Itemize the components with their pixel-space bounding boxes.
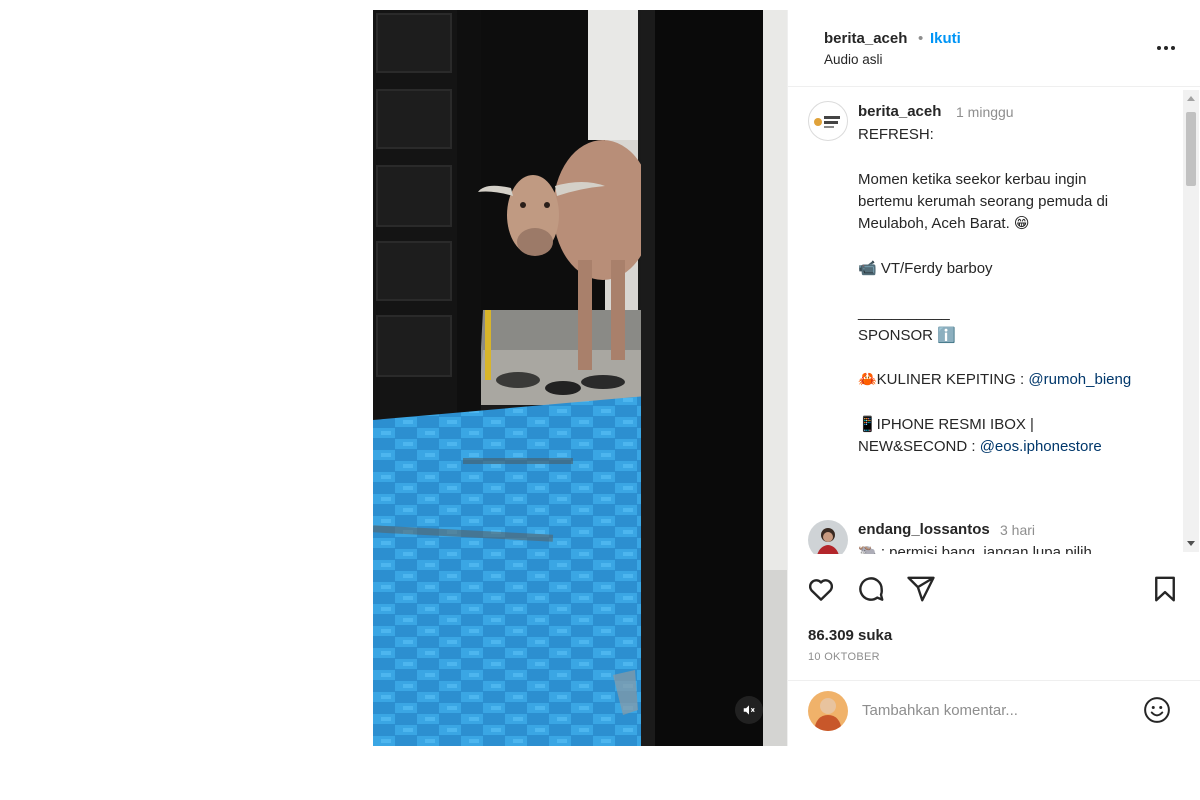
follow-button[interactable]: Ikuti xyxy=(930,30,961,47)
comment-icon[interactable] xyxy=(856,574,886,604)
current-user-avatar[interactable] xyxy=(808,691,848,731)
caption-line xyxy=(858,235,1178,257)
post-side-panel: berita_aceh • Ikuti Audio asli berita_ac… xyxy=(787,10,1200,746)
caption-line: 📱IPHONE RESMI IBOX | xyxy=(858,415,1034,433)
mention-link[interactable]: @eos.iphonestore xyxy=(980,438,1102,455)
scroll-down-arrow-icon xyxy=(1187,541,1195,546)
author-username[interactable]: berita_aceh xyxy=(824,30,907,47)
commenter-photo xyxy=(808,520,848,554)
author-avatar[interactable] xyxy=(808,101,848,141)
caption-line: bertemu kerumah seorang pemuda di xyxy=(858,192,1109,210)
bookmark-icon[interactable] xyxy=(1150,574,1180,604)
scrollbar-thumb[interactable] xyxy=(1186,112,1196,186)
emoji-icon[interactable] xyxy=(1142,695,1172,725)
caption-line: SPONSOR ℹ️ xyxy=(858,326,956,344)
audio-label[interactable]: Audio asli xyxy=(824,52,883,67)
comment-username[interactable]: endang_lossantos xyxy=(858,521,990,538)
comments-section: berita_aceh 1 minggu REFRESH: Momen keti… xyxy=(788,87,1200,554)
mention-link[interactable]: @rumoh_bieng xyxy=(1028,371,1131,388)
more-horizontal-icon[interactable] xyxy=(1154,36,1178,60)
berita-aceh-logo-icon xyxy=(810,103,846,139)
follow-separator: • xyxy=(918,30,924,47)
caption-line: 📹 VT/Ferdy barboy xyxy=(858,259,993,277)
caption-line xyxy=(858,347,1178,369)
caption-line: REFRESH: xyxy=(858,126,934,143)
caption-line-with-mention: NEW&SECOND : @eos.iphonestore xyxy=(858,436,1178,458)
caption-line-text: 🦀KULINER KEPITING : xyxy=(858,371,1029,389)
caption-line xyxy=(858,146,1178,168)
scroll-up-arrow-icon xyxy=(1187,96,1195,101)
post-date[interactable]: 10 OKTOBER xyxy=(808,651,880,663)
scroll-down-button[interactable] xyxy=(1183,536,1199,552)
scroll-up-button[interactable] xyxy=(1183,90,1199,106)
post-actions: 86.309 suka 10 OKTOBER xyxy=(788,554,1200,674)
caption-username[interactable]: berita_aceh xyxy=(858,103,941,120)
commenter-avatar[interactable] xyxy=(808,520,848,554)
caption-line: ___________ xyxy=(858,304,950,322)
post-header: berita_aceh • Ikuti Audio asli xyxy=(788,10,1200,87)
add-comment-input[interactable] xyxy=(862,697,1132,723)
instagram-post: berita_aceh • Ikuti Audio asli berita_ac… xyxy=(373,10,1200,746)
current-user-photo xyxy=(808,691,848,731)
mute-button[interactable] xyxy=(735,696,763,724)
caption-line xyxy=(858,392,1178,414)
caption-line-text: NEW&SECOND : xyxy=(858,438,980,456)
comment-text: 🐃 : permisi bang, jangan lupa pilih xyxy=(858,544,1092,554)
mute-icon xyxy=(743,705,755,715)
caption-text: REFRESH: Momen ketika seekor kerbau ingi… xyxy=(858,124,1178,458)
add-comment-bar xyxy=(788,680,1200,746)
heart-icon[interactable] xyxy=(806,574,836,604)
post-video[interactable] xyxy=(373,10,787,746)
caption-line: Meulaboh, Aceh Barat. 😁 xyxy=(858,215,1030,233)
caption-timestamp[interactable]: 1 minggu xyxy=(956,104,1014,120)
comment-timestamp[interactable]: 3 hari xyxy=(1000,522,1035,538)
like-count[interactable]: 86.309 suka xyxy=(808,627,892,644)
caption-line-with-mention: 🦀KULINER KEPITING : @rumoh_bieng xyxy=(858,369,1178,391)
comments-scrollbar[interactable] xyxy=(1183,90,1199,552)
share-icon[interactable] xyxy=(906,574,936,604)
video-frame xyxy=(373,10,787,746)
caption-line xyxy=(858,280,1178,302)
caption-line: Momen ketika seekor kerbau ingin xyxy=(858,170,1087,188)
